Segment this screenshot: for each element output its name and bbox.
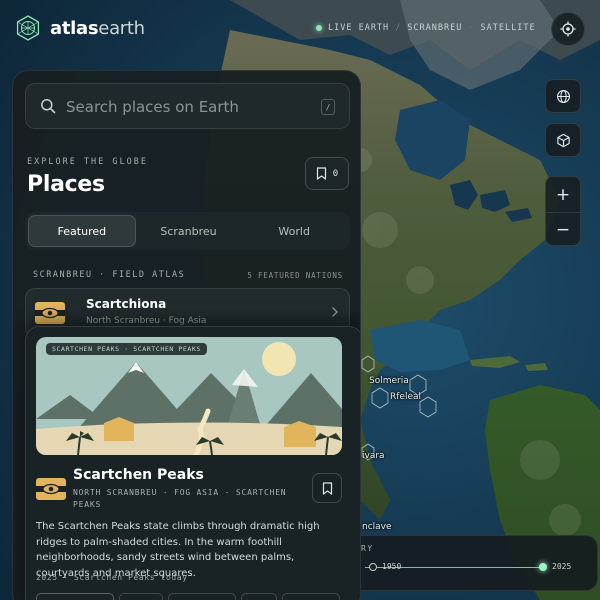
brand-name: atlasearth xyxy=(50,17,145,39)
status-separator: / xyxy=(395,23,402,33)
search-input[interactable] xyxy=(66,95,306,119)
action-chip[interactable] xyxy=(168,593,236,600)
place-description: The Scartchen Peaks state climbs through… xyxy=(36,521,320,579)
tab-world[interactable]: World xyxy=(241,215,347,247)
locate-button[interactable] xyxy=(551,12,585,46)
action-chips xyxy=(36,593,340,600)
list-item-title: Scartchiona xyxy=(86,297,167,311)
map-label-rfeleal[interactable]: Rfeleal xyxy=(390,392,421,402)
bookmark-place-button[interactable] xyxy=(312,473,342,503)
tab-scranbreu[interactable]: Scranbreu xyxy=(136,215,242,247)
status-dot: · xyxy=(468,23,475,33)
section-header: SCRANBREU · FIELD ATLAS 5 FEATURED NATIO… xyxy=(33,270,343,280)
timeline-end-year: 2025 xyxy=(552,562,572,571)
action-chip[interactable] xyxy=(241,593,277,600)
locate-icon xyxy=(560,21,576,37)
timeline-start-node[interactable] xyxy=(369,563,377,571)
plus-icon: + xyxy=(555,184,571,205)
globe-icon xyxy=(556,89,570,103)
cube-icon xyxy=(556,133,570,147)
status-live: LIVE EARTH xyxy=(328,23,390,33)
section-count: 5 FEATURED NATIONS xyxy=(247,271,343,280)
map-label-ivara[interactable]: ivara xyxy=(362,451,385,461)
bookmark-icon xyxy=(316,167,326,180)
page-title: Places xyxy=(27,172,105,197)
action-chip[interactable] xyxy=(282,593,340,600)
brand-logo[interactable]: atlasearth xyxy=(14,14,145,42)
list-item-subtitle: North Scranbreu · Fog Asia xyxy=(86,316,207,326)
zoom-controls: + − xyxy=(545,176,581,246)
globe-view-button[interactable] xyxy=(545,79,581,113)
3d-view-button[interactable] xyxy=(545,123,581,157)
timeline-panel: RY 1950 2025 xyxy=(330,535,598,591)
place-footer: 2025 · Scartchen Peaks today xyxy=(36,573,188,582)
timeline-handle[interactable] xyxy=(539,563,547,571)
action-chip[interactable] xyxy=(36,593,114,600)
minus-icon: − xyxy=(555,220,571,240)
status-mode: SATELLITE xyxy=(480,23,536,33)
map-label-enclave[interactable]: nclave xyxy=(362,522,392,532)
saved-count: 0 xyxy=(332,168,339,179)
chevron-right-icon xyxy=(332,307,338,317)
zoom-in-button[interactable]: + xyxy=(546,177,580,212)
map-label-solmeria[interactable]: Solmeria xyxy=(369,376,409,386)
search-shortcut-key: / xyxy=(321,99,335,115)
timeline-label: RY xyxy=(361,544,374,553)
eye-flag-icon xyxy=(35,302,65,324)
live-indicator-dot xyxy=(316,25,322,31)
image-caption-tag: SCARTCHEN PEAKS · SCARTCHEN PEAKS xyxy=(46,343,207,355)
places-panel: / EXPLORE THE GLOBE Places 0 Featured Sc… xyxy=(12,70,361,600)
place-illustration: SCARTCHEN PEAKS · SCARTCHEN PEAKS xyxy=(36,337,342,455)
action-chip[interactable] xyxy=(119,593,163,600)
eye-flag-icon xyxy=(36,478,66,500)
timeline-start-year: 1950 xyxy=(382,562,402,571)
bookmark-icon xyxy=(322,481,332,495)
panel-eyebrow: EXPLORE THE GLOBE xyxy=(27,157,148,167)
place-title: Scartchen Peaks xyxy=(73,467,204,483)
logo-globe-icon xyxy=(16,15,40,41)
saved-places-button[interactable]: 0 xyxy=(305,157,349,190)
map-status: LIVE EARTH / SCRANBREU · SATELLITE xyxy=(316,23,536,33)
search-bar: / xyxy=(25,83,350,129)
place-tabs: Featured Scranbreu World xyxy=(25,212,350,250)
section-title: SCRANBREU · FIELD ATLAS xyxy=(33,270,186,280)
tab-featured[interactable]: Featured xyxy=(28,215,136,247)
place-meta: NORTH SCRANBREU · FOG ASIA · SCARTCHEN P… xyxy=(73,488,287,509)
status-region: SCRANBREU xyxy=(407,23,463,33)
top-bar: atlasearth LIVE EARTH / SCRANBREU · SATE… xyxy=(0,0,600,58)
zoom-out-button[interactable]: − xyxy=(546,212,580,247)
place-detail-card: SCARTCHEN PEAKS · SCARTCHEN PEAKS Scartc… xyxy=(25,326,360,600)
search-icon xyxy=(41,99,56,114)
